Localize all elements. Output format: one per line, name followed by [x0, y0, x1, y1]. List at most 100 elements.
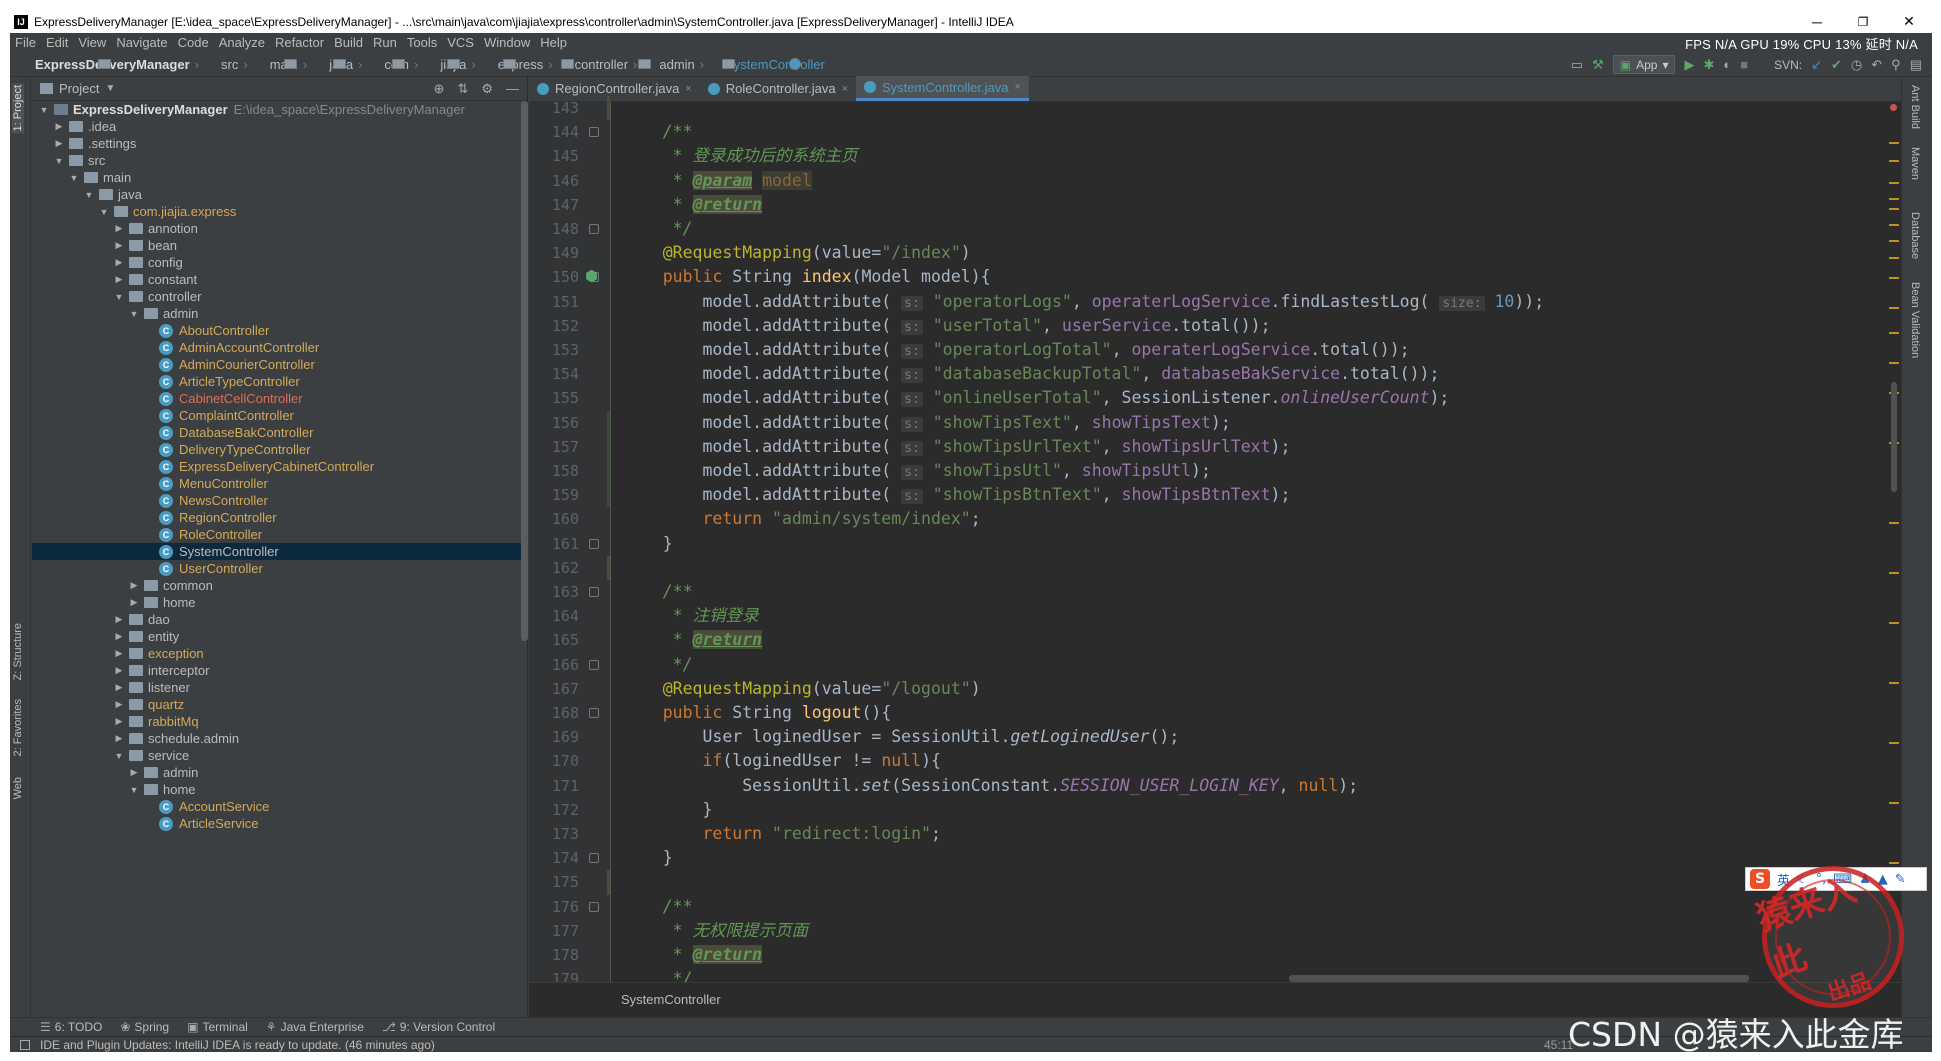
chevron-right-icon[interactable]: ▶	[53, 121, 65, 132]
hide-icon[interactable]: —	[506, 81, 519, 97]
warning-mark[interactable]	[1889, 224, 1899, 226]
code-line[interactable]: * @return	[623, 943, 763, 967]
menu-build[interactable]: Build	[329, 35, 368, 50]
warning-mark[interactable]	[1889, 682, 1899, 684]
code-line[interactable]: model.addAttribute( s: "showTipsUtl", sh…	[623, 459, 1211, 483]
history-icon[interactable]: ◷	[1851, 57, 1862, 73]
code-line[interactable]: * @param model	[623, 169, 812, 193]
code-area[interactable]: /** * 登录成功后的系统主页 * @param model * @retur…	[611, 102, 1901, 982]
code-line[interactable]: model.addAttribute( s: "onlineUserTotal"…	[623, 386, 1449, 410]
error-indicator-icon[interactable]	[1890, 104, 1897, 111]
code-line[interactable]: if(loginedUser != null){	[623, 749, 940, 773]
menu-run[interactable]: Run	[368, 35, 402, 50]
chevron-right-icon[interactable]: ▶	[113, 631, 125, 642]
chevron-right-icon[interactable]: ▶	[113, 614, 125, 625]
code-line[interactable]: /**	[623, 895, 693, 919]
code-line[interactable]: model.addAttribute( s: "operatorLogs", o…	[623, 290, 1544, 314]
tree-class-item[interactable]: C NewsController	[32, 492, 528, 509]
tab-maven[interactable]: Maven	[1909, 147, 1921, 180]
code-line[interactable]: model.addAttribute( s: "databaseBackupTo…	[623, 362, 1439, 386]
warning-mark[interactable]	[1889, 622, 1899, 624]
chevron-down-icon[interactable]: ▼	[83, 190, 95, 200]
code-line[interactable]: model.addAttribute( s: "showTipsUrlText"…	[623, 435, 1290, 459]
warning-mark[interactable]	[1889, 208, 1899, 210]
code-line[interactable]: */	[623, 653, 693, 677]
code-line[interactable]: model.addAttribute( s: "userTotal", user…	[623, 314, 1271, 338]
chevron-right-icon[interactable]: ▶	[128, 597, 140, 608]
editor-tab[interactable]: RoleController.java ×	[700, 76, 856, 101]
chevron-right-icon[interactable]: ▶	[128, 767, 140, 778]
code-line[interactable]: * @return	[623, 193, 763, 217]
menu-view[interactable]: View	[73, 35, 111, 50]
editor-horizontal-scrollbar[interactable]	[1289, 975, 1749, 982]
tree-folder-item[interactable]: ▶ listener	[32, 679, 528, 696]
gear-icon[interactable]: ⚙	[481, 81, 493, 97]
warning-mark[interactable]	[1889, 307, 1899, 309]
tree-class-item[interactable]: C UserController	[32, 560, 528, 577]
close-button[interactable]: ✕	[1886, 10, 1932, 33]
close-icon[interactable]: ×	[842, 83, 848, 95]
settings-icon[interactable]: ▤	[1910, 57, 1922, 73]
menu-navigate[interactable]: Navigate	[111, 35, 172, 50]
warning-mark[interactable]	[1889, 862, 1899, 864]
breadcrumb-item[interactable]: src	[204, 57, 297, 72]
warning-mark[interactable]	[1889, 160, 1899, 162]
tree-class-item[interactable]: C DatabaseBakController	[32, 424, 528, 441]
spring-bean-icon[interactable]: ⬢	[585, 267, 598, 285]
tree-folder-item[interactable]: ▶ dao	[32, 611, 528, 628]
code-line[interactable]: */	[623, 967, 693, 982]
tool-spring[interactable]: ❀ Spring	[120, 1020, 169, 1034]
tab-web[interactable]: Web	[12, 777, 24, 799]
tree-folder-item[interactable]: ▶ quartz	[32, 696, 528, 713]
chevron-right-icon[interactable]: ▶	[113, 257, 125, 268]
code-line[interactable]: * 注销登录	[623, 604, 759, 628]
editor-vertical-scrollbar[interactable]	[1891, 382, 1897, 492]
code-line[interactable]: public String index(Model model){	[623, 265, 991, 289]
chevron-right-icon[interactable]: ▶	[113, 665, 125, 676]
tree-folder-item[interactable]: ▼ src	[32, 152, 528, 169]
search-icon[interactable]: ⚲	[1891, 57, 1901, 73]
minimize-button[interactable]: ─	[1794, 10, 1840, 33]
warning-mark[interactable]	[1889, 332, 1899, 334]
code-line[interactable]: SessionUtil.set(SessionConstant.SESSION_…	[623, 774, 1358, 798]
tree-class-item[interactable]: C RegionController	[32, 509, 528, 526]
chevron-down-icon[interactable]: ▼	[68, 173, 80, 183]
code-line[interactable]: model.addAttribute( s: "operatorLogTotal…	[623, 338, 1410, 362]
chevron-right-icon[interactable]: ▶	[113, 682, 125, 693]
code-line[interactable]: model.addAttribute( s: "showTipsBtnText"…	[623, 483, 1290, 507]
fold-marker-icon[interactable]	[589, 224, 599, 234]
chevron-right-icon[interactable]: ▶	[113, 716, 125, 727]
tool-terminal[interactable]: ▣ Terminal	[187, 1020, 248, 1034]
tab-structure[interactable]: Z: Structure	[12, 623, 24, 680]
chevron-down-icon[interactable]: ▼	[98, 207, 110, 217]
warning-mark[interactable]	[1889, 572, 1899, 574]
chevron-down-icon[interactable]: ▼	[53, 156, 65, 166]
ime-tools-icon[interactable]: ✎	[1895, 872, 1906, 887]
warning-mark[interactable]	[1889, 257, 1899, 259]
tree-folder-item[interactable]: ▼ admin	[32, 305, 528, 322]
coverage-icon[interactable]: ◐	[1723, 57, 1731, 72]
chevron-right-icon[interactable]: ▶	[53, 138, 65, 149]
warning-mark[interactable]	[1889, 277, 1899, 279]
tab-database[interactable]: Database	[1909, 212, 1921, 259]
tree-class-item[interactable]: C ArticleTypeController	[32, 373, 528, 390]
menu-window[interactable]: Window	[479, 35, 535, 50]
code-line[interactable]: model.addAttribute( s: "showTipsText", s…	[623, 411, 1231, 435]
svn-update-icon[interactable]: ↙	[1811, 57, 1822, 73]
status-toggle-icon[interactable]	[20, 1039, 30, 1050]
tree-folder-item[interactable]: ▶ common	[32, 577, 528, 594]
breadcrumb-item[interactable]: ExpressDeliveryManager	[18, 57, 190, 72]
warning-mark[interactable]	[1889, 198, 1899, 200]
warning-mark[interactable]	[1889, 182, 1899, 184]
menu-help[interactable]: Help	[535, 35, 572, 50]
run-config-select[interactable]: ▣ App ▾	[1612, 55, 1676, 74]
tree-class-item[interactable]: C ArticleService	[32, 815, 528, 832]
menu-vcs[interactable]: VCS	[442, 35, 479, 50]
tree-class-item[interactable]: C AboutController	[32, 322, 528, 339]
code-line[interactable]: * @return	[623, 628, 763, 652]
tree-folder-item[interactable]: ▶ exception	[32, 645, 528, 662]
code-line[interactable]: @RequestMapping(value="/index")	[623, 241, 971, 265]
tree-folder-item[interactable]: ▶ bean	[32, 237, 528, 254]
warning-mark[interactable]	[1889, 522, 1899, 524]
chevron-right-icon[interactable]: ▶	[113, 648, 125, 659]
